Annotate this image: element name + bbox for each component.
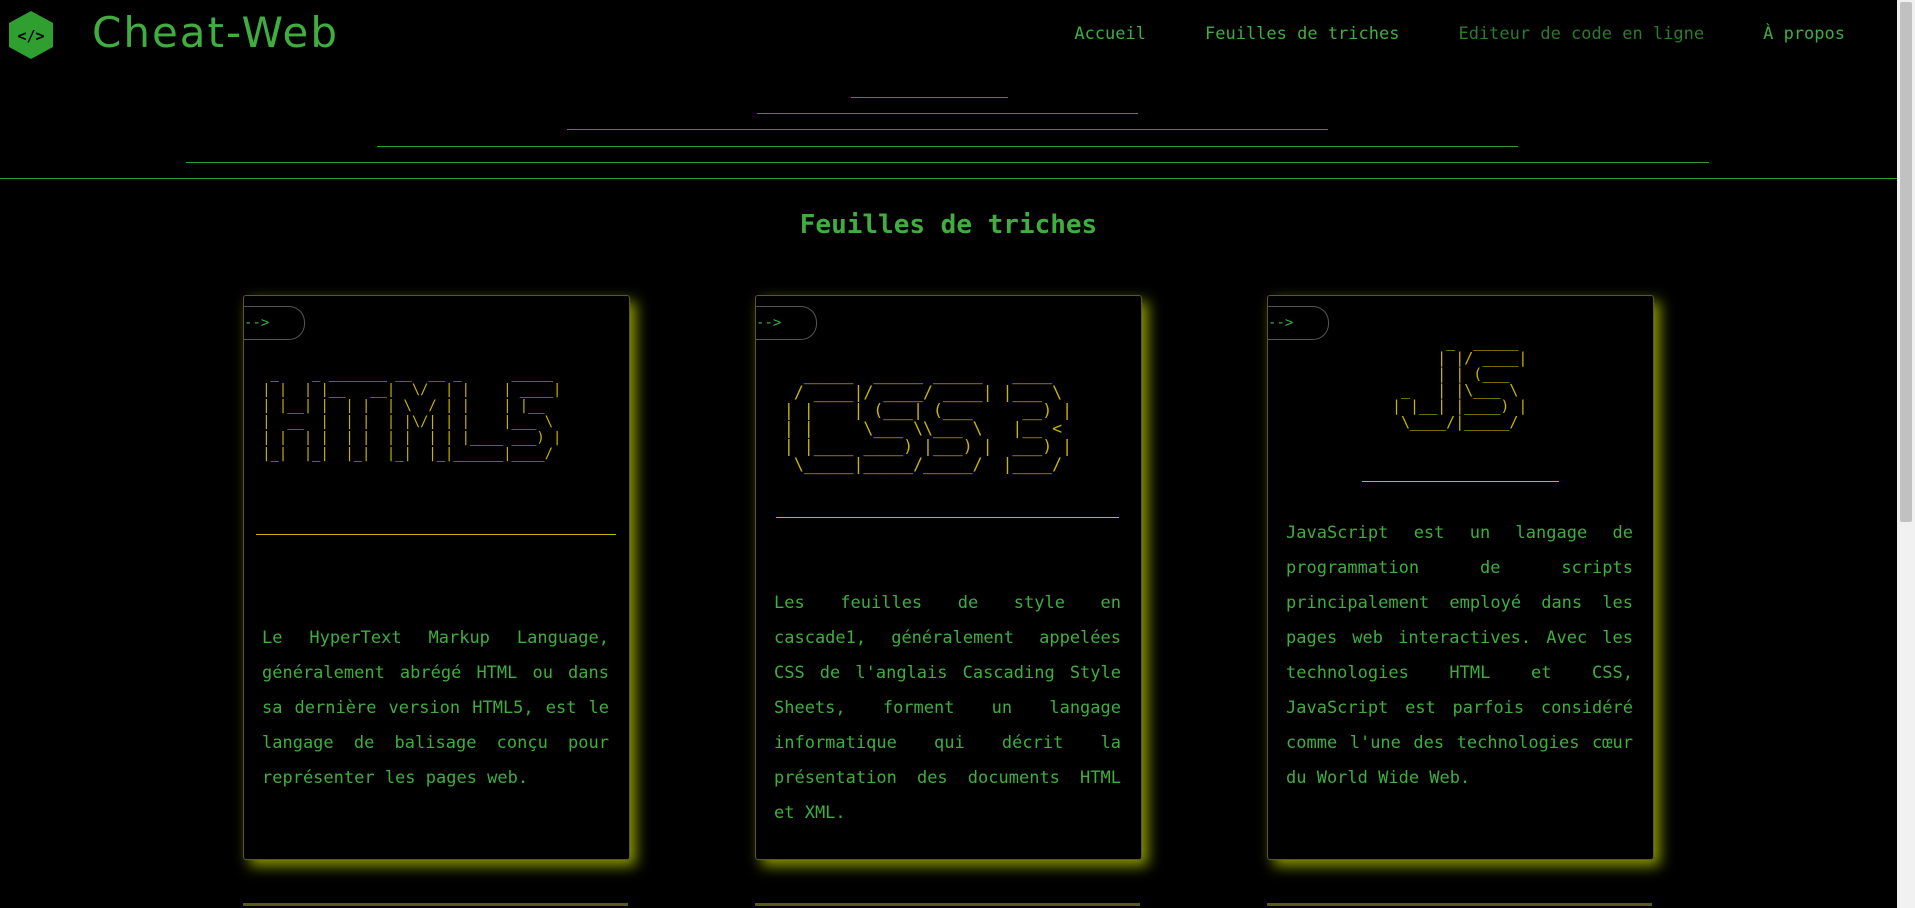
open-arrow-tag[interactable]: --> xyxy=(244,306,305,340)
page-title: Feuilles de triches xyxy=(799,210,1098,240)
scrollbar-thumb[interactable] xyxy=(1900,2,1912,522)
nav-editeur-de-code[interactable]: Editeur de code en ligne xyxy=(1458,24,1704,44)
brand-name[interactable]: Cheat-Web xyxy=(92,8,339,57)
header-divider xyxy=(0,178,1897,179)
decor-line xyxy=(567,129,1328,130)
card-javascript[interactable]: --> _ _____ | |/ ____| | | (___ _ | |\__… xyxy=(1267,295,1654,860)
svg-text:</>: </> xyxy=(17,27,44,45)
next-card-edge xyxy=(1267,903,1652,906)
header: </> Cheat-Web Accueil Feuilles de triche… xyxy=(0,0,1897,70)
nav-feuilles-de-triches[interactable]: Feuilles de triches xyxy=(1205,24,1399,44)
nav-a-propos[interactable]: À propos xyxy=(1763,24,1845,44)
next-card-edge xyxy=(755,903,1140,906)
code-logo-icon[interactable]: </> xyxy=(8,10,54,60)
open-arrow-tag[interactable]: --> xyxy=(756,306,817,340)
card-divider xyxy=(1362,481,1559,482)
main-nav: Accueil Feuilles de triches Editeur de c… xyxy=(1074,24,1845,44)
card-description: Les feuilles de style en cascade1, génér… xyxy=(774,593,1121,823)
decor-line xyxy=(377,146,1518,147)
decor-line xyxy=(186,162,1709,163)
nav-accueil[interactable]: Accueil xyxy=(1074,24,1146,44)
card-description: JavaScript est un langage de programmati… xyxy=(1286,523,1633,788)
card-description: Le HyperText Markup Language, généraleme… xyxy=(262,628,609,788)
html5-ascii-logo: _ _ _______ __ __ _ _____ | | | |__ __| … xyxy=(262,366,562,462)
vertical-scrollbar[interactable] xyxy=(1897,0,1915,908)
css3-ascii-logo: _____ _____ _____ ____ / ____|/ ____/ __… xyxy=(783,365,1073,474)
decor-line xyxy=(851,97,1008,98)
decor-line xyxy=(757,113,1138,114)
card-css3[interactable]: --> _____ _____ _____ ____ / ____|/ ____… xyxy=(755,295,1142,860)
card-divider xyxy=(776,517,1119,518)
js-ascii-logo: _ _____ | |/ ____| | | (___ _ | |\___ \ … xyxy=(1392,333,1528,431)
card-divider xyxy=(256,534,616,535)
card-html5[interactable]: --> _ _ _______ __ __ _ _____ | | | |__ … xyxy=(243,295,630,860)
open-arrow-tag[interactable]: --> xyxy=(1268,306,1329,340)
next-card-edge xyxy=(243,903,628,906)
